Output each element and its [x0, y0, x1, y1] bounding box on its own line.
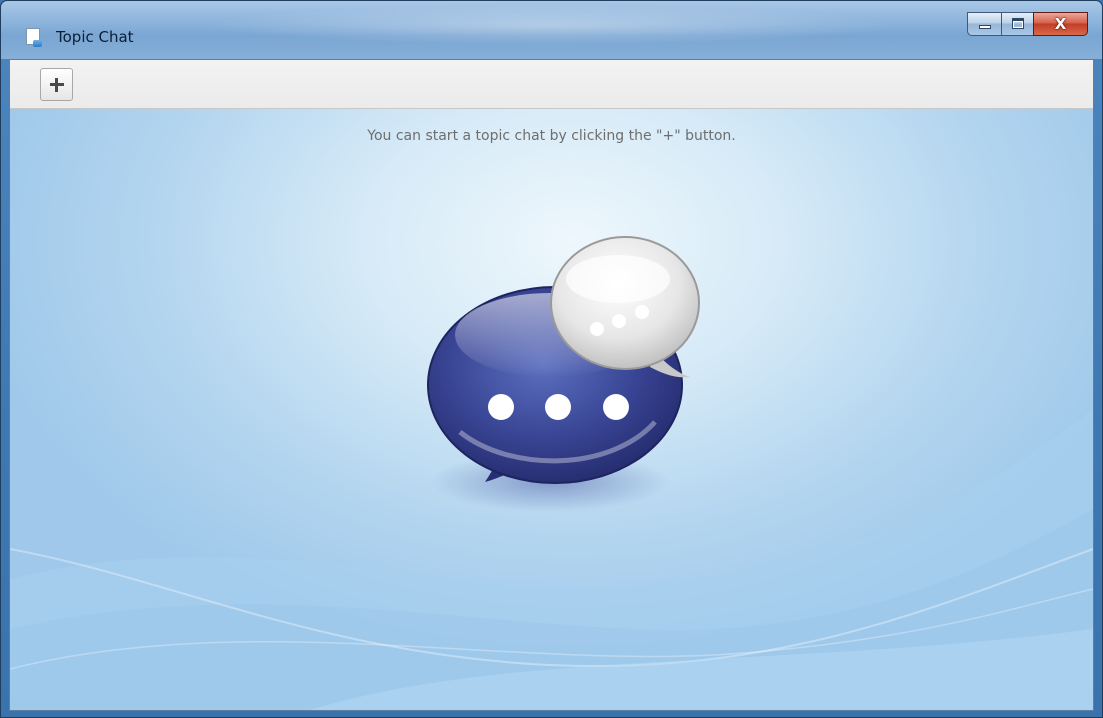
minimize-button[interactable] — [967, 12, 1001, 36]
title-bar[interactable]: Topic Chat X — [1, 1, 1102, 59]
window-title: Topic Chat — [56, 28, 134, 46]
close-button[interactable]: X — [1033, 12, 1088, 36]
plus-icon — [41, 69, 72, 100]
empty-state-hint: You can start a topic chat by clicking t… — [367, 128, 736, 144]
client-area: You can start a topic chat by clicking t… — [9, 59, 1094, 711]
close-icon: X — [1054, 15, 1067, 33]
toolbar — [10, 60, 1093, 109]
document-icon[interactable] — [26, 28, 42, 47]
minimize-icon — [979, 25, 991, 29]
maximize-icon — [1012, 18, 1024, 29]
chat-bubbles-icon — [427, 236, 700, 512]
add-topic-button[interactable] — [40, 68, 73, 101]
caption-buttons: X — [967, 12, 1088, 36]
empty-state-panel: You can start a topic chat by clicking t… — [10, 109, 1093, 710]
app-window: Topic Chat X You can start a topic chat … — [0, 0, 1103, 718]
maximize-button[interactable] — [1001, 12, 1033, 36]
